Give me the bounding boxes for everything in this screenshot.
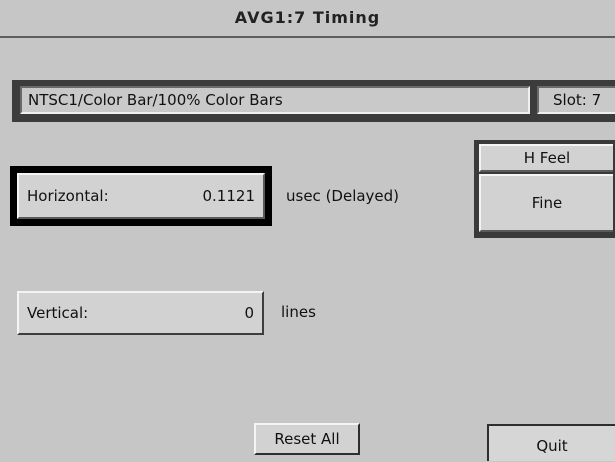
window-title: AVG1:7 Timing	[0, 0, 615, 38]
horizontal-value: 0.1121	[202, 187, 256, 205]
horizontal-label: Horizontal:	[27, 187, 109, 205]
vertical-value: 0	[244, 304, 254, 322]
h-feel-title: H Feel	[479, 144, 613, 172]
horizontal-timing-button[interactable]: Horizontal: 0.1121	[17, 173, 265, 219]
vertical-unit: lines	[281, 303, 316, 321]
reset-all-button[interactable]: Reset All	[254, 423, 360, 455]
signal-path-field: NTSC1/Color Bar/100% Color Bars	[20, 86, 530, 114]
quit-label: Quit	[536, 437, 568, 455]
vertical-timing-button[interactable]: Vertical: 0	[17, 291, 264, 335]
h-feel-panel: H Feel Fine	[474, 140, 615, 238]
quit-button[interactable]: Quit	[487, 424, 615, 461]
h-feel-button[interactable]: Fine	[479, 174, 613, 232]
slot-field: Slot: 7	[537, 86, 615, 114]
horizontal-unit: usec (Delayed)	[286, 187, 400, 205]
vertical-label: Vertical:	[27, 304, 89, 322]
status-bar: NTSC1/Color Bar/100% Color Bars Slot: 7	[12, 80, 615, 122]
